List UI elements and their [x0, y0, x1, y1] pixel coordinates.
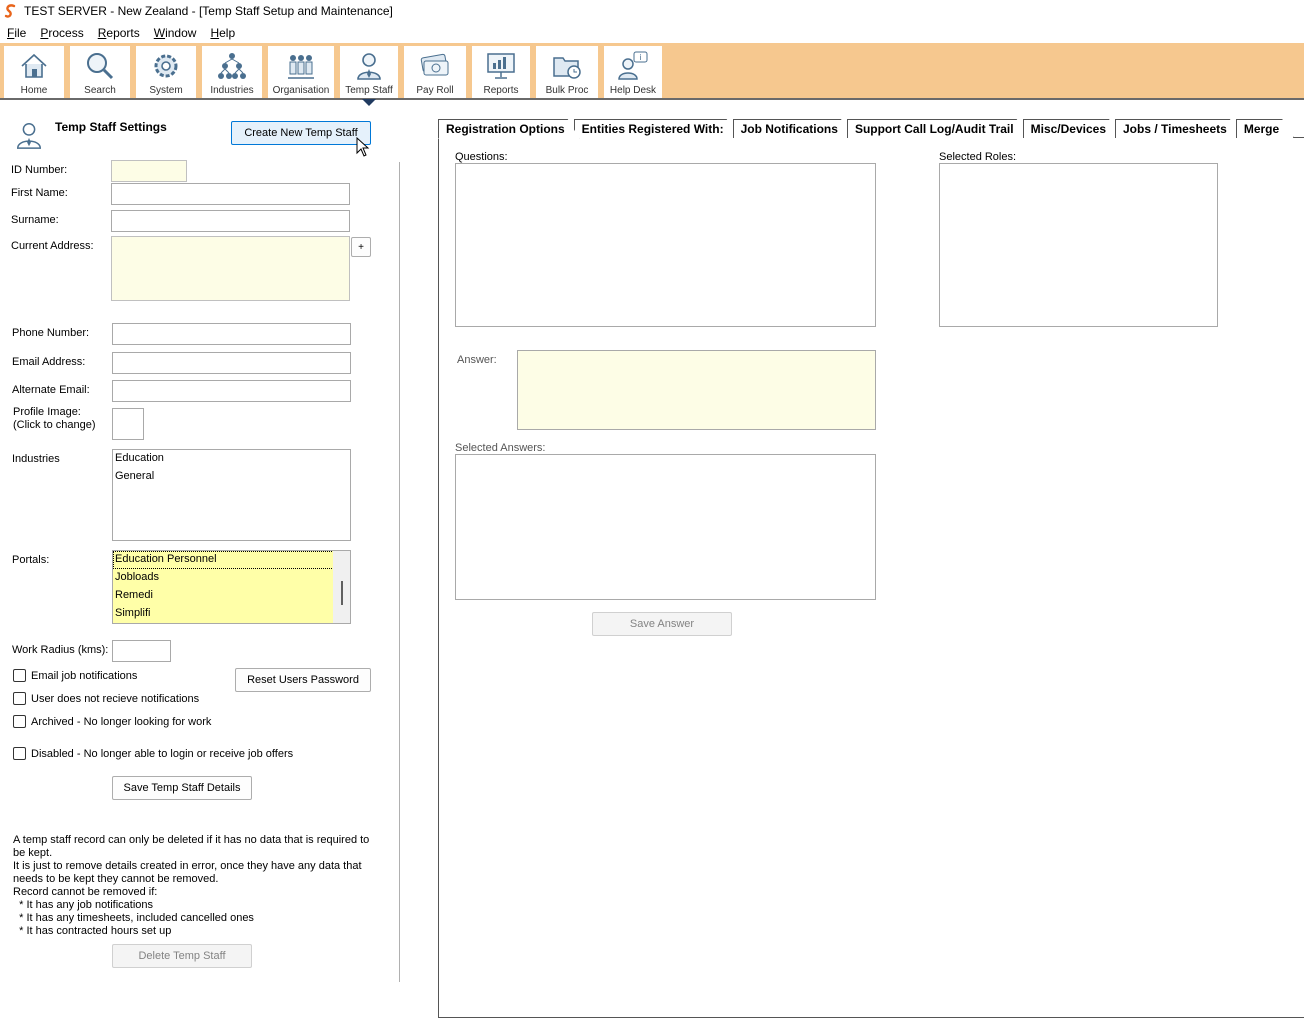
- industries-label: Industries: [12, 453, 60, 465]
- email-address-field[interactable]: [112, 352, 351, 374]
- phone-number-label: Phone Number:: [12, 327, 90, 339]
- questions-list[interactable]: [455, 163, 876, 327]
- surname-label: Surname:: [11, 214, 59, 226]
- answer-field[interactable]: [517, 350, 876, 430]
- profile-image[interactable]: [112, 408, 144, 440]
- portals-list[interactable]: Education Personnel Jobloads Remedi Simp…: [112, 550, 351, 624]
- no-notifications-checkbox[interactable]: User does not recieve notifications: [13, 692, 199, 705]
- list-item[interactable]: Education Personnel: [113, 551, 334, 569]
- menu-help[interactable]: Help: [210, 26, 235, 40]
- money-icon: [420, 53, 449, 76]
- disabled-checkbox[interactable]: Disabled - No longer able to login or re…: [13, 747, 293, 760]
- id-number-label: ID Number:: [11, 164, 68, 176]
- checkbox-box[interactable]: [13, 747, 26, 760]
- tab-job-notifications[interactable]: Job Notifications: [733, 119, 853, 138]
- email-job-notifications-checkbox[interactable]: Email job notifications: [13, 669, 137, 682]
- current-address-label: Current Address:: [11, 240, 94, 252]
- delete-temp-staff-button[interactable]: Delete Temp Staff: [112, 944, 252, 968]
- checkbox-box[interactable]: [13, 715, 26, 728]
- work-radius-label: Work Radius (kms):: [12, 644, 109, 656]
- profile-image-hint: (Click to change): [13, 419, 96, 431]
- help-desk-icon: i: [618, 51, 648, 80]
- selected-roles-label: Selected Roles:: [939, 151, 1017, 163]
- first-name-field[interactable]: [111, 183, 350, 205]
- toolbar-temp-staff-button[interactable]: Temp Staff: [340, 46, 398, 98]
- first-name-label: First Name:: [11, 187, 68, 199]
- work-radius-field[interactable]: [112, 640, 171, 662]
- save-answer-button[interactable]: Save Answer: [592, 612, 732, 636]
- panel-divider: [399, 162, 400, 982]
- selected-roles-list[interactable]: [939, 163, 1218, 327]
- toolbar-help-desk-button[interactable]: i Help Desk: [604, 46, 662, 98]
- profile-image-label: Profile Image:: [13, 406, 81, 418]
- alternate-email-label: Alternate Email:: [12, 384, 90, 396]
- add-address-button[interactable]: +: [351, 237, 371, 257]
- create-new-temp-staff-button[interactable]: Create New Temp Staff: [231, 121, 371, 145]
- selected-answers-list[interactable]: [455, 454, 876, 600]
- tab-jobs-timesheets[interactable]: Jobs / Timesheets: [1115, 119, 1242, 138]
- tab-entities-registered-with[interactable]: Entities Registered With:: [574, 119, 739, 138]
- menu-process[interactable]: Process: [40, 26, 83, 40]
- questions-label: Questions:: [455, 151, 508, 163]
- selected-answers-label: Selected Answers:: [455, 442, 546, 454]
- folder-clock-icon: [553, 57, 581, 79]
- alternate-email-field[interactable]: [112, 380, 351, 402]
- menu-reports[interactable]: Reports: [98, 26, 140, 40]
- list-item[interactable]: General: [113, 468, 350, 486]
- tab-misc-devices[interactable]: Misc/Devices: [1023, 119, 1121, 138]
- home-icon: [21, 53, 47, 78]
- toolbar-home-button[interactable]: Home: [4, 46, 64, 98]
- toolbar-system-button[interactable]: System: [136, 46, 196, 98]
- toolbar-payroll-button[interactable]: Pay Roll: [404, 46, 466, 98]
- save-temp-staff-button[interactable]: Save Temp Staff Details: [112, 776, 252, 800]
- mouse-cursor-icon: [356, 137, 370, 157]
- menu-window[interactable]: Window: [154, 26, 197, 40]
- people-group-icon: [288, 55, 314, 79]
- reset-users-password-button[interactable]: Reset Users Password: [235, 668, 371, 692]
- menu-file[interactable]: File: [7, 26, 26, 40]
- title-bar: TEST SERVER - New Zealand - [Temp Staff …: [0, 0, 1304, 22]
- report-chart-icon: [487, 53, 515, 79]
- checkbox-box[interactable]: [13, 692, 26, 705]
- tab-support-call-log[interactable]: Support Call Log/Audit Trail: [847, 119, 1029, 138]
- list-item[interactable]: Simplifi: [113, 605, 334, 623]
- id-number-field[interactable]: [111, 160, 187, 182]
- person-icon: [16, 123, 42, 149]
- delete-info-text: A temp staff record can only be deleted …: [13, 834, 373, 937]
- app-logo-icon: [4, 4, 16, 18]
- email-address-label: Email Address:: [12, 356, 86, 368]
- checkbox-box[interactable]: [13, 669, 26, 682]
- archived-checkbox[interactable]: Archived - No longer looking for work: [13, 715, 211, 728]
- tab-strip: Registration Options Entities Registered…: [438, 119, 1288, 138]
- surname-field[interactable]: [111, 210, 350, 232]
- person-icon: [357, 53, 381, 80]
- tab-registration-options[interactable]: Registration Options: [438, 119, 580, 139]
- portals-label: Portals:: [12, 554, 50, 566]
- toolbar-reports-button[interactable]: Reports: [472, 46, 530, 98]
- gear-icon: [154, 54, 178, 78]
- hierarchy-icon: [218, 53, 246, 79]
- menu-bar: File Process Reports Window Help: [0, 22, 1304, 43]
- active-toolbar-indicator: [362, 99, 376, 106]
- toolbar-organisation-button[interactable]: Organisation: [268, 46, 334, 98]
- list-item[interactable]: Education: [113, 450, 350, 468]
- toolbar-search-button[interactable]: Search: [70, 46, 130, 98]
- window-title: TEST SERVER - New Zealand - [Temp Staff …: [24, 4, 393, 18]
- toolbar-industries-button[interactable]: Industries: [202, 46, 262, 98]
- answer-label: Answer:: [457, 354, 497, 366]
- svg-text:i: i: [639, 53, 641, 62]
- list-item[interactable]: Jobloads: [113, 569, 334, 587]
- current-address-field[interactable]: [111, 236, 350, 301]
- toolbar-bulk-proc-button[interactable]: Bulk Proc: [536, 46, 598, 98]
- industries-list[interactable]: Education General: [112, 449, 351, 541]
- phone-number-field[interactable]: [112, 323, 351, 345]
- settings-heading: Temp Staff Settings: [55, 120, 167, 134]
- portals-scrollbar[interactable]: [333, 551, 350, 623]
- main-toolbar: Home Search System Industries Organisati…: [0, 43, 1304, 100]
- search-icon: [87, 53, 114, 80]
- tab-merge[interactable]: Merge: [1236, 119, 1294, 138]
- list-item[interactable]: Remedi: [113, 587, 334, 605]
- scrollbar-thumb[interactable]: [341, 581, 343, 605]
